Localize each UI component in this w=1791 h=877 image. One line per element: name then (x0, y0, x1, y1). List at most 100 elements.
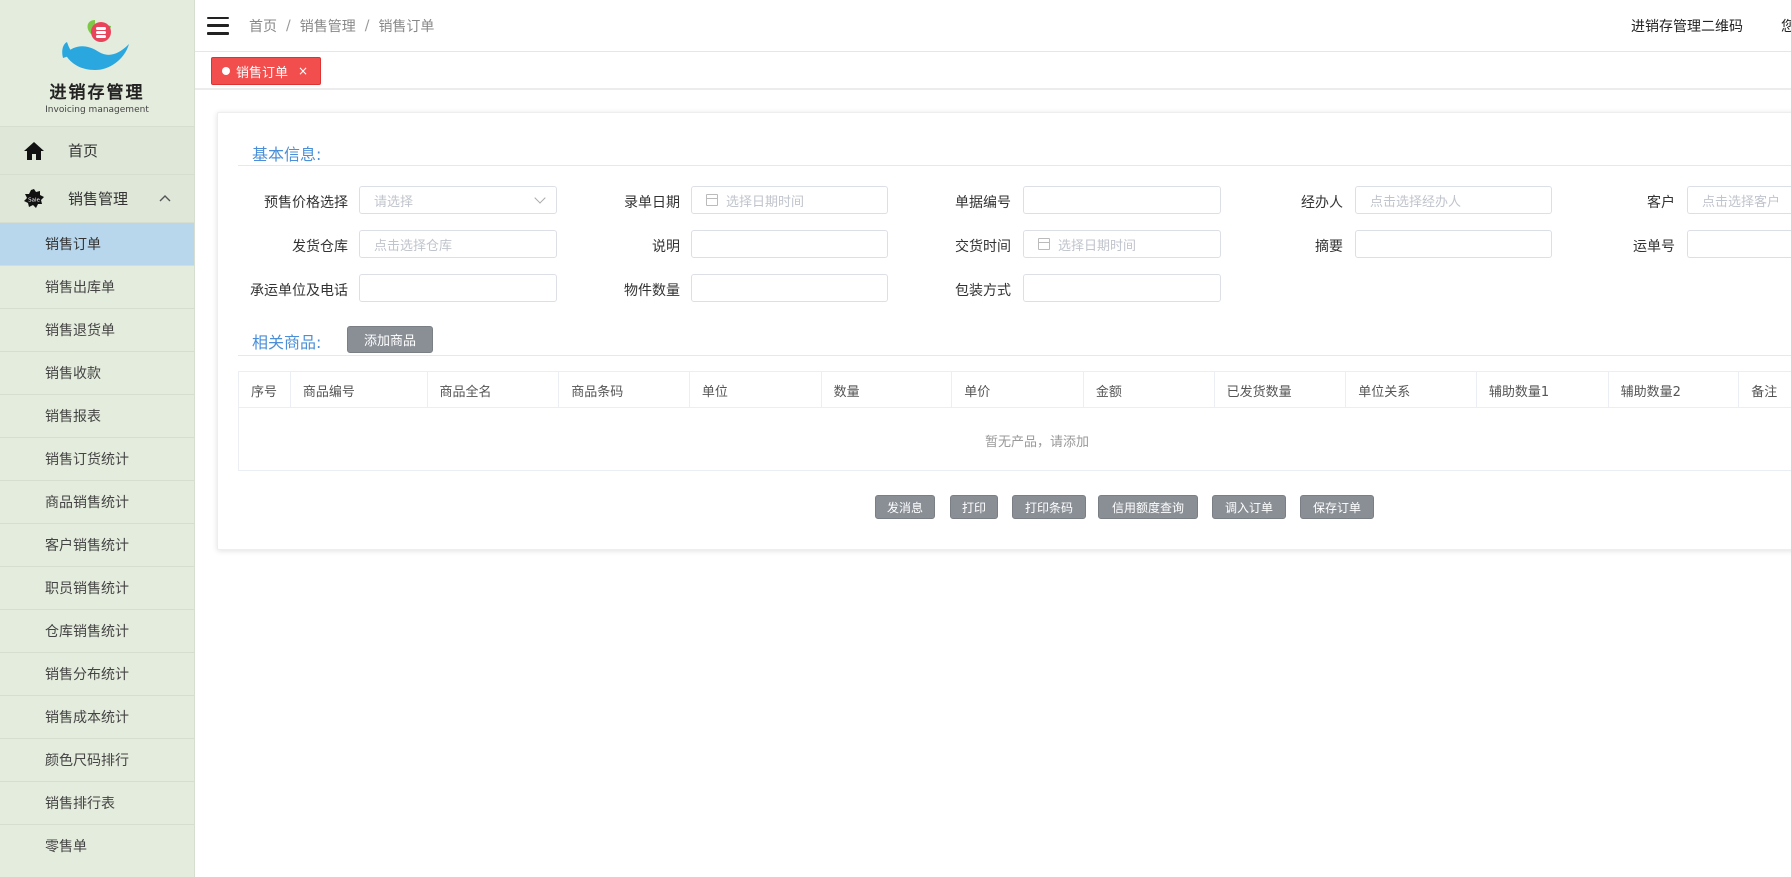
packing-input[interactable] (1023, 274, 1221, 302)
close-icon[interactable]: × (298, 64, 308, 78)
breadcrumb-separator: / (286, 17, 291, 34)
summary-input[interactable] (1355, 230, 1552, 258)
logo-title: 进销存管理 (49, 83, 145, 103)
sidebar-item-staff-stats[interactable]: 职员销售统计 (0, 566, 194, 609)
sidebar-item-distribution-stats[interactable]: 销售分布统计 (0, 652, 194, 695)
label-customer: 客户 (1647, 195, 1675, 211)
waybill-input[interactable] (1687, 230, 1791, 258)
sidebar-item-warehouse-stats[interactable]: 仓库销售统计 (0, 609, 194, 652)
column-header: 单位关系 (1346, 372, 1477, 408)
customer-input[interactable]: 点击选择客户 (1687, 186, 1791, 214)
section-title-basic: 基本信息: (252, 145, 322, 164)
tab-bar: 销售订单 × (195, 52, 1791, 90)
column-header: 商品全名 (428, 372, 560, 408)
column-header: 单价 (952, 372, 1084, 408)
date-placeholder: 选择日期时间 (726, 194, 805, 210)
chevron-up-icon (159, 194, 171, 201)
column-header: 数量 (822, 372, 953, 408)
sidebar-item-sales-receipt[interactable]: 销售收款 (0, 351, 194, 394)
logo-hand-icon (62, 20, 129, 70)
select-placeholder: 请选择 (374, 194, 414, 210)
sidebar-item-order-stats[interactable]: 销售订货统计 (0, 437, 194, 480)
column-header: 辅助数量2 (1609, 372, 1740, 408)
save-order-button[interactable]: 保存订单 (1300, 495, 1374, 519)
sidebar: 进销存管理 Invoicing management 首页 Sale 销售管理 … (0, 0, 195, 877)
breadcrumb-separator: / (364, 17, 370, 34)
main-content: 基本信息: 预售价格选择 请选择 录单日期 选择日期时间 单据编号 经办人 点击… (195, 92, 1791, 877)
tab-label: 销售订单 (236, 65, 289, 81)
column-header: 单位 (690, 372, 822, 408)
column-header: 序号 (239, 372, 291, 408)
menu-toggle-icon[interactable] (207, 16, 229, 35)
print-barcode-button[interactable]: 打印条码 (1012, 495, 1086, 519)
home-icon (22, 139, 46, 163)
label-note: 说明 (652, 239, 680, 255)
sale-badge-icon: Sale (22, 187, 46, 211)
qr-code-link[interactable]: 进销存管理二维码 (1631, 16, 1743, 36)
sidebar-item-cost-stats[interactable]: 销售成本统计 (0, 695, 194, 738)
label-piece-count: 物件数量 (624, 283, 680, 299)
sidebar-item-label: 首页 (68, 142, 99, 160)
label-delivery-time: 交货时间 (955, 239, 1011, 255)
section-title-products: 相关商品: (252, 333, 322, 352)
tab-active-dot (222, 67, 230, 75)
label-warehouse: 发货仓库 (292, 239, 348, 255)
note-input[interactable] (691, 230, 888, 258)
label-handler: 经办人 (1301, 195, 1343, 211)
send-message-button[interactable]: 发消息 (875, 495, 935, 519)
column-header: 金额 (1084, 372, 1215, 408)
order-form-card: 基本信息: 预售价格选择 请选择 录单日期 选择日期时间 单据编号 经办人 点击… (217, 112, 1791, 550)
label-doc-no: 单据编号 (955, 195, 1011, 211)
sidebar-item-retail[interactable]: 零售单 (0, 824, 194, 867)
delivery-time-picker[interactable]: 选择日期时间 (1023, 230, 1221, 258)
top-header: 首页 / 销售管理 / 销售订单 进销存管理二维码 您 (195, 0, 1791, 52)
table-empty-state: 暂无产品，请添加 (239, 408, 1791, 472)
user-greeting[interactable]: 您 (1781, 16, 1791, 36)
import-order-button[interactable]: 调入订单 (1212, 495, 1286, 519)
column-header: 已发货数量 (1215, 372, 1347, 408)
breadcrumb: 首页 / 销售管理 / 销售订单 (249, 16, 434, 36)
sidebar-item-sales-ranking[interactable]: 销售排行表 (0, 781, 194, 824)
svg-text:Sale: Sale (28, 197, 40, 203)
entry-date-picker[interactable]: 选择日期时间 (691, 186, 888, 214)
sidebar-item-sales-report[interactable]: 销售报表 (0, 394, 194, 437)
calendar-icon (706, 194, 718, 206)
sidebar-item-sales-order[interactable]: 销售订单 (0, 222, 194, 265)
sidebar-item-color-size-rank[interactable]: 颜色尺码排行 (0, 738, 194, 781)
handler-input[interactable]: 点击选择经办人 (1355, 186, 1552, 214)
label-waybill: 运单号 (1633, 239, 1675, 255)
app-logo[interactable]: 进销存管理 Invoicing management (0, 0, 194, 126)
label-packing: 包装方式 (955, 283, 1011, 299)
sidebar-item-home[interactable]: 首页 (0, 126, 194, 174)
label-summary: 摘要 (1315, 239, 1343, 255)
column-header: 商品编号 (291, 372, 428, 408)
column-header: 备注 (1751, 384, 1778, 400)
sidebar-item-sales-outbound[interactable]: 销售出库单 (0, 265, 194, 308)
add-product-button[interactable]: 添加商品 (347, 326, 433, 353)
price-select-dropdown[interactable]: 请选择 (359, 186, 557, 214)
logo-subtitle: Invoicing management (45, 105, 149, 115)
table-header: 序号 商品编号 商品全名 商品条码 单位 数量 单价 金额 已发货数量 单位关系… (239, 372, 1791, 408)
section-divider (238, 355, 1791, 356)
label-carrier: 承运单位及电话 (250, 283, 348, 299)
sidebar-group-label: 销售管理 (68, 190, 129, 208)
label-price-select: 预售价格选择 (264, 195, 348, 211)
sidebar-item-customer-stats[interactable]: 客户销售统计 (0, 523, 194, 566)
carrier-input[interactable] (359, 274, 557, 302)
credit-limit-button[interactable]: 信用额度查询 (1098, 495, 1198, 519)
column-header: 商品条码 (559, 372, 690, 408)
label-entry-date: 录单日期 (624, 195, 680, 211)
piece-count-input[interactable] (691, 274, 888, 302)
doc-no-input[interactable] (1023, 186, 1221, 214)
breadcrumb-home[interactable]: 首页 (249, 16, 277, 36)
section-divider (238, 165, 1791, 166)
warehouse-input[interactable]: 点击选择仓库 (359, 230, 557, 258)
sidebar-item-sales-return[interactable]: 销售退货单 (0, 308, 194, 351)
calendar-icon (1038, 238, 1050, 250)
sidebar-group-sales[interactable]: Sale 销售管理 (0, 174, 194, 222)
breadcrumb-sales[interactable]: 销售管理 (300, 16, 356, 36)
sidebar-item-product-stats[interactable]: 商品销售统计 (0, 480, 194, 523)
tab-sales-order[interactable]: 销售订单 × (211, 57, 322, 85)
print-button[interactable]: 打印 (950, 495, 998, 519)
empty-text: 暂无产品，请添加 (984, 434, 1089, 450)
